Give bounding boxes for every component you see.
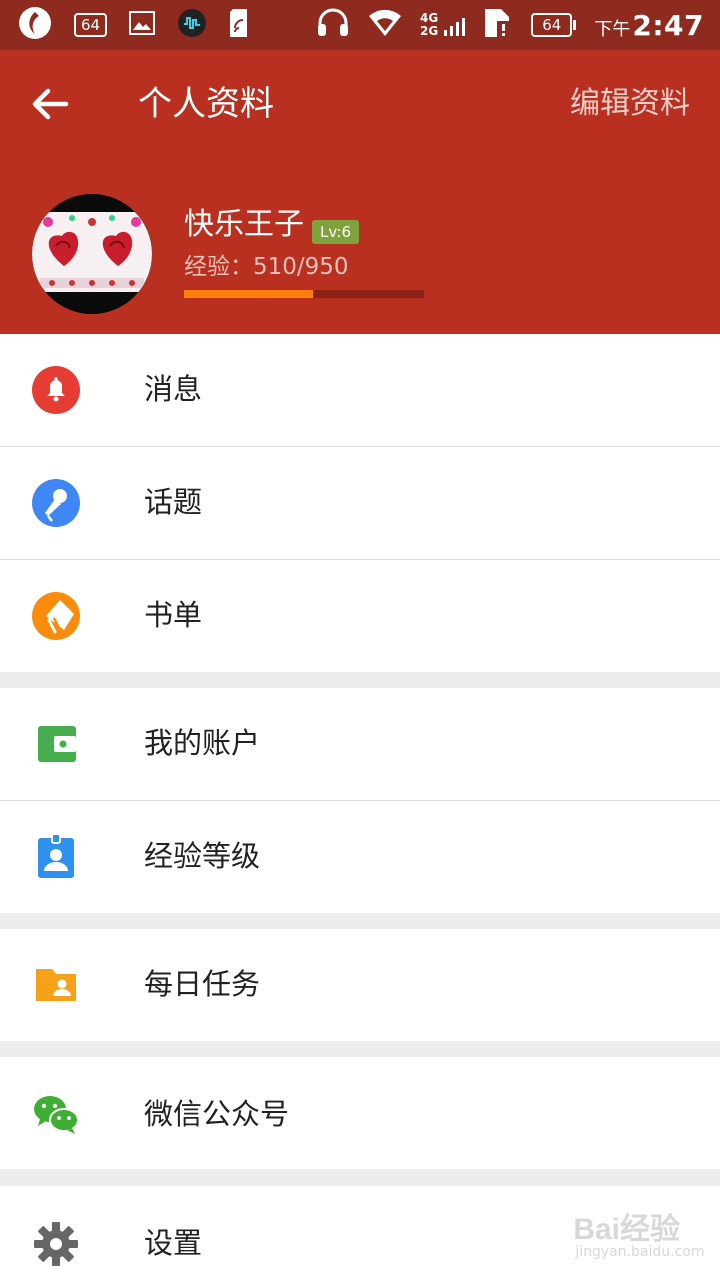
menu-item-daily-tasks[interactable]: 每日任务 xyxy=(0,929,720,1041)
page-title: 个人资料 xyxy=(138,84,274,124)
level-badge: Lv:6 xyxy=(312,220,360,244)
headset-icon xyxy=(316,7,350,43)
menu-item-messages[interactable]: 消息 xyxy=(0,334,720,446)
menu-item-exp-level[interactable]: 经验等级 xyxy=(0,801,720,913)
avatar-image xyxy=(32,194,152,314)
back-button[interactable] xyxy=(28,82,72,126)
music-app-icon xyxy=(177,8,207,42)
avatar[interactable] xyxy=(32,194,152,314)
gear-icon xyxy=(30,1218,82,1270)
image-icon xyxy=(129,11,156,39)
menu-item-label: 话题 xyxy=(144,485,203,519)
wifi-icon xyxy=(368,9,402,41)
menu-item-account[interactable]: 我的账户 xyxy=(0,688,720,800)
task-folder-icon xyxy=(30,959,82,1011)
nfc-tag-icon xyxy=(229,8,251,42)
status-bar: 64 4G 2G 64 下午 2:47 xyxy=(0,0,720,50)
menu-item-label: 我的账户 xyxy=(144,726,261,760)
wallet-icon xyxy=(30,718,82,770)
network-type: 4G 2G xyxy=(420,11,439,38)
microphone-icon xyxy=(30,477,82,529)
menu-item-label: 消息 xyxy=(144,372,203,406)
profile-header: 个人资料 编辑资料 快乐王子 Lv:6 经验： 510/950 xyxy=(0,50,720,334)
experience-info: 经验： 510/950 xyxy=(184,250,349,284)
sim-alert-icon xyxy=(483,7,513,43)
edit-profile-button[interactable]: 编辑资料 xyxy=(570,82,690,126)
watermark-url: jingyan.baidu.com xyxy=(575,1244,705,1260)
wechat-icon xyxy=(30,1089,82,1141)
experience-value: 510/950 xyxy=(253,254,349,280)
booklist-icon xyxy=(30,590,82,642)
watermark-logo: Bai经验 xyxy=(573,1213,680,1246)
experience-progress-bar xyxy=(184,290,424,298)
app-notification-icon xyxy=(18,6,52,44)
menu-item-label: 微信公众号 xyxy=(144,1097,290,1131)
watermark: Bai经验 jingyan.baidu.com xyxy=(573,1204,704,1260)
badge-id-icon xyxy=(30,831,82,883)
experience-label: 经验： xyxy=(184,254,253,280)
badge-icon: 64 xyxy=(74,13,108,37)
menu-item-booklist[interactable]: 书单 xyxy=(0,560,720,672)
back-arrow-icon xyxy=(32,88,69,120)
signal-icon xyxy=(444,14,466,36)
menu-item-topics[interactable]: 话题 xyxy=(0,447,720,559)
menu-item-label: 设置 xyxy=(144,1226,203,1260)
menu-item-label: 经验等级 xyxy=(144,839,261,873)
menu-item-wechat[interactable]: 微信公众号 xyxy=(0,1057,720,1169)
bell-icon xyxy=(30,364,82,416)
experience-progress-fill xyxy=(184,290,313,298)
clock: 下午 2:47 xyxy=(594,8,704,42)
menu-item-label: 书单 xyxy=(144,598,203,632)
username: 快乐王子 xyxy=(184,207,304,242)
battery-icon: 64 xyxy=(531,13,577,37)
menu-item-label: 每日任务 xyxy=(144,967,261,1001)
